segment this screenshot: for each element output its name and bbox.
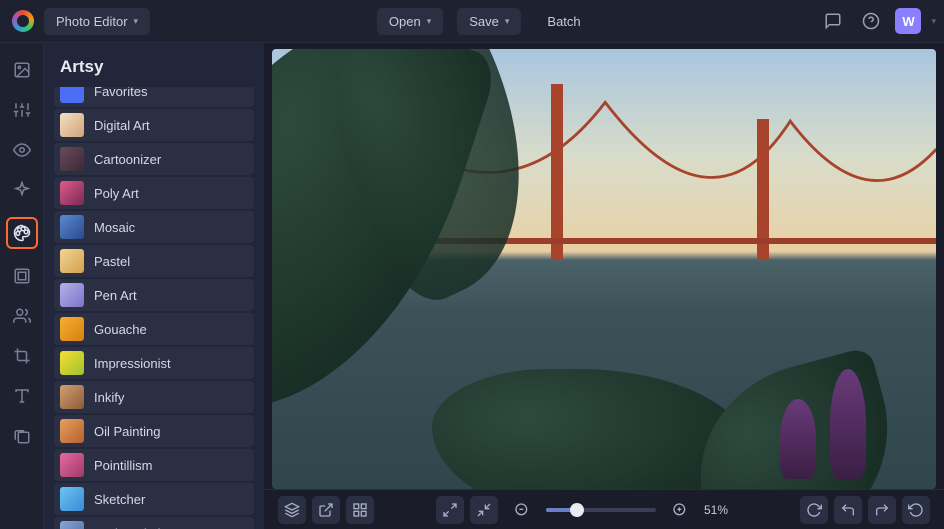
effect-item-cartoonizer[interactable]: Cartoonizer — [54, 143, 254, 175]
zoom-percent: 51% — [704, 503, 738, 517]
undo-icon[interactable] — [834, 496, 862, 524]
help-icon[interactable] — [857, 7, 885, 35]
bottom-toolbar: 51% — [264, 489, 944, 529]
photo-preview[interactable] — [272, 49, 936, 489]
app-menu-dropdown[interactable]: Photo Editor ▾ — [44, 8, 150, 35]
effect-item-underpainting[interactable]: Underpainting — [54, 517, 254, 529]
effect-label: Pastel — [94, 254, 130, 269]
artsy-panel: Artsy Favorites Digital Art Cartoonizer Pol… — [44, 43, 264, 529]
effect-label: Sketcher — [94, 492, 145, 507]
effect-label: Gouache — [94, 322, 147, 337]
effect-item-pointillism[interactable]: Pointillism — [54, 449, 254, 481]
effect-item-gouache[interactable]: Gouache — [54, 313, 254, 345]
effect-thumb-icon — [60, 317, 84, 341]
chevron-down-icon: ▾ — [505, 16, 510, 27]
canvas-area: 51% — [264, 43, 944, 529]
save-button[interactable]: Save ▾ — [457, 8, 521, 35]
top-bar: Photo Editor ▾ Open ▾ Save ▾ Batch — [0, 0, 944, 43]
effect-label: Inkify — [94, 390, 124, 405]
effect-label: Oil Painting — [94, 424, 160, 439]
redo-icon[interactable] — [868, 496, 896, 524]
effect-thumb-icon — [60, 487, 84, 511]
effect-thumb-icon — [60, 87, 84, 103]
open-button[interactable]: Open ▾ — [377, 8, 443, 35]
external-icon[interactable] — [312, 496, 340, 524]
batch-label: Batch — [547, 14, 580, 29]
effect-thumb-icon — [60, 521, 84, 529]
chevron-down-icon: ▾ — [134, 16, 139, 27]
effect-item-impressionist[interactable]: Impressionist — [54, 347, 254, 379]
app-logo-icon — [12, 10, 34, 32]
effect-item-pen-art[interactable]: Pen Art — [54, 279, 254, 311]
open-label: Open — [389, 14, 421, 29]
effect-item-favorites[interactable]: Favorites — [54, 87, 254, 107]
effect-item-mosaic[interactable]: Mosaic — [54, 211, 254, 243]
rail-adjust-icon[interactable] — [9, 97, 35, 123]
user-avatar[interactable]: W — [895, 8, 921, 34]
effect-item-sketcher[interactable]: Sketcher — [54, 483, 254, 515]
rail-eye-icon[interactable] — [9, 137, 35, 163]
effect-item-inkify[interactable]: Inkify — [54, 381, 254, 413]
effect-item-poly-art[interactable]: Poly Art — [54, 177, 254, 209]
effect-item-pastel[interactable]: Pastel — [54, 245, 254, 277]
zoom-slider[interactable] — [546, 508, 656, 512]
panel-title: Artsy — [44, 43, 264, 87]
rotate-icon[interactable] — [800, 496, 828, 524]
batch-button[interactable]: Batch — [535, 8, 592, 35]
effect-thumb-icon — [60, 351, 84, 375]
rail-crop-icon[interactable] — [9, 343, 35, 369]
rail-layers-icon[interactable] — [9, 423, 35, 449]
effect-label: Favorites — [94, 87, 147, 99]
layers-panel-icon[interactable] — [278, 496, 306, 524]
effect-label: Impressionist — [94, 356, 171, 371]
rail-sparkle-icon[interactable] — [9, 177, 35, 203]
grid-icon[interactable] — [346, 496, 374, 524]
chevron-down-icon[interactable]: ▾ — [931, 16, 936, 27]
effect-thumb-icon — [60, 147, 84, 171]
effect-label: Digital Art — [94, 118, 150, 133]
save-label: Save — [469, 14, 499, 29]
effect-label: Pen Art — [94, 288, 137, 303]
rail-text-icon[interactable] — [9, 383, 35, 409]
zoom-out-icon[interactable] — [508, 496, 536, 524]
effect-thumb-icon — [60, 181, 84, 205]
rail-palette-icon[interactable] — [6, 217, 38, 249]
effect-thumb-icon — [60, 113, 84, 137]
revert-icon[interactable] — [902, 496, 930, 524]
effect-list: Favorites Digital Art Cartoonizer Poly Art M… — [44, 87, 264, 529]
effect-label: Poly Art — [94, 186, 139, 201]
effect-label: Cartoonizer — [94, 152, 161, 167]
effect-item-oil-painting[interactable]: Oil Painting — [54, 415, 254, 447]
effect-label: Mosaic — [94, 220, 135, 235]
effect-thumb-icon — [60, 283, 84, 307]
effect-thumb-icon — [60, 453, 84, 477]
effect-thumb-icon — [60, 385, 84, 409]
effect-item-digital-art[interactable]: Digital Art — [54, 109, 254, 141]
effect-thumb-icon — [60, 249, 84, 273]
effect-label: Pointillism — [94, 458, 153, 473]
fullscreen-icon[interactable] — [436, 496, 464, 524]
effect-label: Underpainting — [94, 526, 175, 529]
effect-thumb-icon — [60, 215, 84, 239]
avatar-initial: W — [902, 14, 914, 29]
zoom-in-icon[interactable] — [666, 496, 694, 524]
feedback-icon[interactable] — [819, 7, 847, 35]
zoom-control: 51% — [508, 496, 738, 524]
left-rail — [0, 43, 44, 529]
effect-thumb-icon — [60, 419, 84, 443]
app-menu-label: Photo Editor — [56, 14, 128, 29]
fit-icon[interactable] — [470, 496, 498, 524]
rail-frame-icon[interactable] — [9, 263, 35, 289]
rail-people-icon[interactable] — [9, 303, 35, 329]
rail-image-icon[interactable] — [9, 57, 35, 83]
chevron-down-icon: ▾ — [427, 16, 432, 27]
